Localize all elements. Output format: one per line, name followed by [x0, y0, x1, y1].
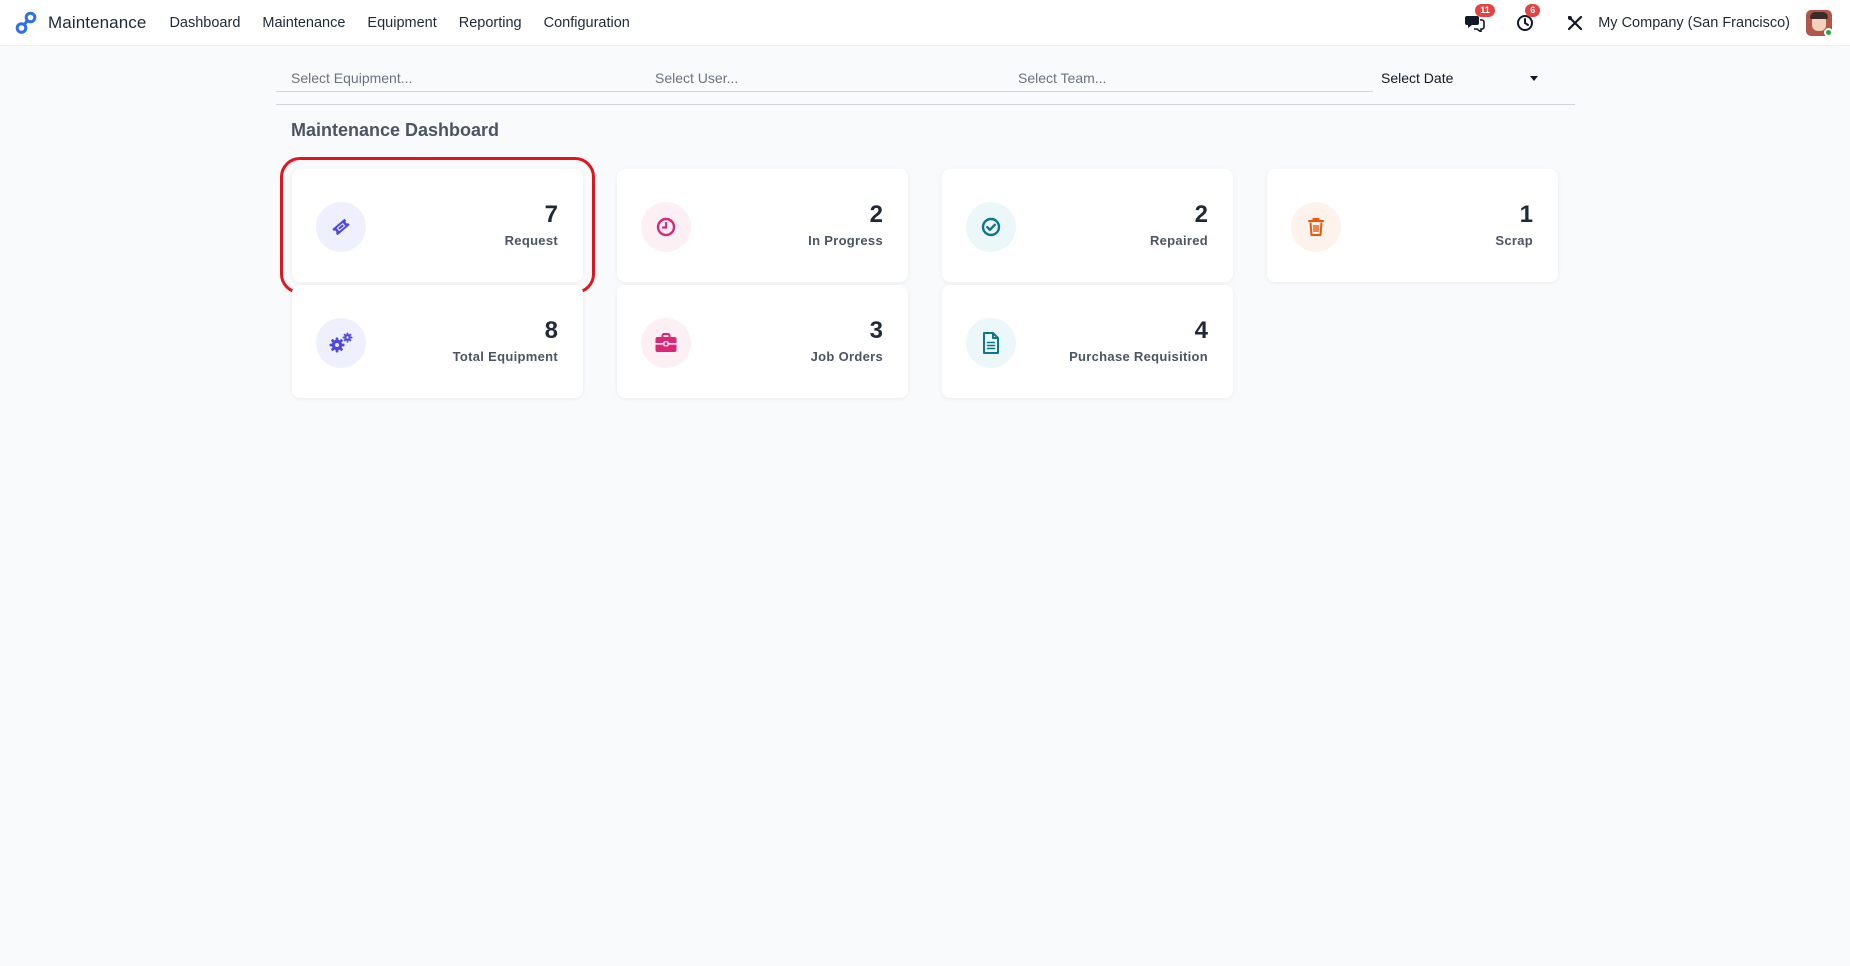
- purchase-requisition-label: Purchase Requisition: [1069, 349, 1208, 364]
- ticket-icon: [332, 218, 350, 236]
- repaired-label: Repaired: [1149, 233, 1208, 248]
- dashboard-filters: Select Equipment... Select User... Selec…: [276, 56, 1575, 105]
- job-orders-card-icon-circle: [641, 318, 691, 368]
- purchase-requisition-card-icon-circle: [966, 318, 1016, 368]
- team-filter-select[interactable]: Select Team...: [1003, 64, 1373, 92]
- job-orders-label: Job Orders: [810, 349, 883, 364]
- activities-count-badge: 6: [1525, 4, 1541, 17]
- total-equipment-card[interactable]: 8 Total Equipment: [292, 285, 583, 398]
- app-brand[interactable]: Maintenance: [14, 11, 146, 35]
- gears-icon: [329, 332, 353, 353]
- repaired-card[interactable]: 2 Repaired: [942, 169, 1233, 282]
- messages-count-badge: 11: [1475, 4, 1495, 17]
- avatar-hair: [1810, 12, 1828, 19]
- briefcase-icon: [655, 333, 677, 352]
- repaired-count: 2: [1194, 201, 1208, 228]
- equipment-filter-select[interactable]: Select Equipment...: [276, 64, 646, 92]
- app-name: Maintenance: [48, 12, 147, 32]
- in-progress-card-icon-circle: [641, 202, 691, 252]
- in-progress-label: In Progress: [808, 233, 883, 248]
- total-equipment-count: 8: [544, 317, 558, 344]
- menu-item-configuration[interactable]: Configuration: [533, 15, 641, 31]
- menu-item-dashboard[interactable]: Dashboard: [158, 15, 251, 31]
- menu-item-maintenance[interactable]: Maintenance: [251, 15, 356, 31]
- request-card[interactable]: 7 Request: [280, 157, 595, 294]
- in-progress-count: 2: [869, 201, 883, 228]
- total-equipment-card-icon-circle: [316, 318, 366, 368]
- clock-icon: [656, 217, 676, 237]
- menu-item-reporting[interactable]: Reporting: [448, 15, 533, 31]
- purchase-requisition-count: 4: [1194, 317, 1208, 344]
- user-avatar[interactable]: [1806, 10, 1832, 36]
- scrap-card[interactable]: 1 Scrap: [1267, 169, 1558, 282]
- top-navbar: Maintenance Dashboard Maintenance Equipm…: [0, 0, 1850, 46]
- document-icon: [983, 332, 999, 354]
- menu-item-equipment[interactable]: Equipment: [356, 15, 447, 31]
- messages-button[interactable]: 11: [1464, 4, 1495, 34]
- company-switcher[interactable]: My Company (San Francisco): [1598, 15, 1790, 31]
- job-orders-card[interactable]: 3 Job Orders: [617, 285, 908, 398]
- main-menu: Dashboard Maintenance Equipment Reportin…: [158, 15, 640, 31]
- trash-icon: [1308, 218, 1324, 236]
- date-filter-label: Select Date: [1381, 70, 1454, 86]
- scrap-label: Scrap: [1495, 233, 1533, 248]
- caret-down-icon: [1530, 76, 1538, 81]
- repaired-card-icon-circle: [966, 202, 1016, 252]
- scrap-card-icon-circle: [1291, 202, 1341, 252]
- in-progress-card[interactable]: 2 In Progress: [617, 169, 908, 282]
- online-status-indicator: [1824, 28, 1832, 36]
- check-circle-icon: [981, 217, 1001, 237]
- request-card-icon-circle: [316, 202, 366, 252]
- page-title: Maintenance Dashboard: [291, 120, 500, 140]
- request-label: Request: [504, 233, 558, 248]
- scrap-count: 1: [1519, 201, 1533, 228]
- request-count: 7: [544, 201, 558, 228]
- tools-icon: [1568, 15, 1583, 31]
- purchase-requisition-card[interactable]: 4 Purchase Requisition: [942, 285, 1233, 398]
- systray: 11 6 My Company (San Francisco): [1464, 0, 1850, 46]
- user-filter-select[interactable]: Select User...: [640, 64, 1010, 92]
- activities-button[interactable]: 6: [1514, 4, 1541, 34]
- total-equipment-label: Total Equipment: [452, 349, 558, 364]
- job-orders-count: 3: [869, 317, 883, 344]
- debug-tools-button[interactable]: [1564, 12, 1586, 34]
- app-logo-icon: [15, 11, 37, 34]
- date-filter-select[interactable]: Select Date: [1366, 64, 1546, 92]
